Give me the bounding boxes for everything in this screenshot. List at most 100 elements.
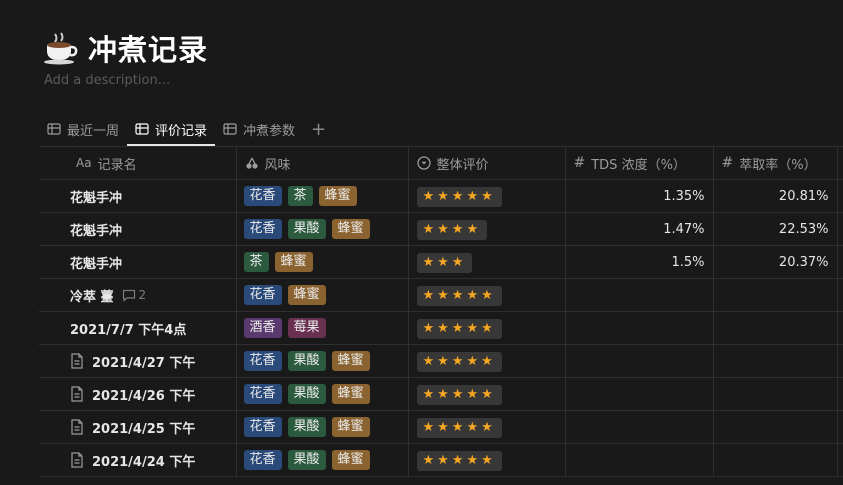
cell-name[interactable]: 冷萃 薹 2 xyxy=(39,278,237,312)
flavor-tag: 蜂蜜 xyxy=(287,285,326,305)
flavor-tag: 莓果 xyxy=(287,318,326,338)
cell-rating[interactable]: ★★★★★ xyxy=(408,410,566,444)
cell-extraction[interactable] xyxy=(713,344,838,378)
cell-tds[interactable] xyxy=(565,377,714,411)
table-row[interactable]: 2021/7/7 下午4点 酒香 莓果 ★★★★★ xyxy=(39,311,843,345)
page-title[interactable]: 冲煮记录 xyxy=(88,27,208,69)
cell-rating[interactable]: ★★★★★ xyxy=(408,278,566,312)
cell-extraction[interactable] xyxy=(713,278,838,312)
cell-tds[interactable] xyxy=(565,311,714,345)
cell-name[interactable]: 花魁手冲 xyxy=(39,245,237,279)
cell-rating[interactable]: ★★★★★ xyxy=(408,311,566,345)
cell-rating[interactable]: ★★★★ xyxy=(408,212,566,246)
table-icon xyxy=(223,122,237,136)
table-row[interactable]: 冷萃 薹 2 花香 蜂蜜 ★★★★★ xyxy=(39,278,843,312)
table-row[interactable]: 2021/4/24 下午 花香 果酸 蜂蜜 ★★★★★ xyxy=(39,443,843,477)
table-row[interactable]: 2021/4/27 下午 花香 果酸 蜂蜜 ★★★★★ xyxy=(39,344,843,378)
record-name[interactable]: 花魁手冲 xyxy=(70,253,122,272)
table-row[interactable]: 花魁手冲 花香 果酸 蜂蜜 ★★★★ 1.47% 22.53% xyxy=(39,212,843,246)
column-header-extraction[interactable]: # 萃取率（%） xyxy=(713,147,838,180)
cell-extraction[interactable]: 20.81% xyxy=(713,179,838,213)
cell-flavor[interactable]: 花香茶蜂蜜 xyxy=(236,179,409,213)
cell-extraction[interactable]: 22.53% xyxy=(713,212,838,246)
cell-overflow xyxy=(837,179,843,213)
cell-rating[interactable]: ★★★★★ xyxy=(408,443,566,477)
record-name[interactable]: 2021/4/24 下午 xyxy=(92,451,195,470)
record-name[interactable]: 2021/4/27 下午 xyxy=(92,352,195,371)
rating-stars: ★★★★★ xyxy=(416,418,502,438)
cell-flavor[interactable]: 花香 果酸 蜂蜜 xyxy=(236,344,409,378)
record-name[interactable]: 花魁手冲 xyxy=(70,220,122,239)
cell-name[interactable]: 2021/4/27 下午 xyxy=(39,344,237,378)
comment-count[interactable]: 2 xyxy=(122,288,146,302)
flavor-tag: 花香 xyxy=(243,384,282,404)
column-header-flavor[interactable]: 风味 xyxy=(236,147,409,180)
description-placeholder[interactable]: Add a description... xyxy=(44,73,170,88)
coffee-cup-icon[interactable] xyxy=(40,28,80,68)
flavor-tag: 蜂蜜 xyxy=(318,186,357,206)
record-name[interactable]: 2021/4/25 下午 xyxy=(92,418,195,437)
table-row[interactable]: 花魁手冲 茶蜂蜜 ★★★ 1.5% 20.37% xyxy=(39,245,843,279)
cell-flavor[interactable]: 花香 果酸 蜂蜜 xyxy=(236,410,409,444)
cell-extraction[interactable] xyxy=(713,410,838,444)
flavor-tag: 果酸 xyxy=(287,384,326,404)
table-row[interactable]: 花魁手冲 花香茶蜂蜜 ★★★★★ 1.35% 20.81% xyxy=(39,179,843,213)
flavor-tag: 果酸 xyxy=(287,450,326,470)
extraction-value xyxy=(714,345,837,377)
record-name[interactable]: 花魁手冲 xyxy=(70,187,122,206)
flavor-tag: 花香 xyxy=(243,450,282,470)
tab-view[interactable]: 评价记录 xyxy=(127,112,216,146)
cell-flavor[interactable]: 花香 果酸 蜂蜜 xyxy=(236,377,409,411)
cell-flavor[interactable]: 酒香 莓果 xyxy=(236,311,409,345)
table-row[interactable]: 2021/4/26 下午 花香 果酸 蜂蜜 ★★★★★ xyxy=(39,377,843,411)
column-header-name[interactable]: Aa 记录名 xyxy=(39,147,237,180)
cell-name[interactable]: 花魁手冲 xyxy=(39,212,237,246)
cell-name[interactable]: 2021/4/25 下午 xyxy=(39,410,237,444)
cell-rating[interactable]: ★★★★★ xyxy=(408,179,566,213)
cell-tds[interactable] xyxy=(565,278,714,312)
flavor-tag: 酒香 xyxy=(243,318,282,338)
record-name[interactable]: 2021/4/26 下午 xyxy=(92,385,195,404)
cell-flavor[interactable]: 茶蜂蜜 xyxy=(236,245,409,279)
tab-view[interactable]: 最近一周 xyxy=(39,112,127,146)
cell-extraction[interactable] xyxy=(713,377,838,411)
cell-flavor[interactable]: 花香 果酸 蜂蜜 xyxy=(236,212,409,246)
cell-rating[interactable]: ★★★★★ xyxy=(408,377,566,411)
add-view-icon[interactable]: + xyxy=(303,112,334,146)
cell-name[interactable]: 2021/4/26 下午 xyxy=(39,377,237,411)
cell-extraction[interactable]: 20.37% xyxy=(713,245,838,279)
cell-flavor[interactable]: 花香 蜂蜜 xyxy=(236,278,409,312)
record-name[interactable]: 冷萃 薹 xyxy=(70,286,114,305)
table-row[interactable]: 2021/4/25 下午 花香 果酸 蜂蜜 ★★★★★ xyxy=(39,410,843,444)
column-label: TDS 浓度（%） xyxy=(591,157,686,173)
cell-rating[interactable]: ★★★★★ xyxy=(408,344,566,378)
tab-label: 评价记录 xyxy=(155,123,208,139)
cell-tds[interactable]: 1.47% xyxy=(565,212,714,246)
tds-value: 1.35% xyxy=(663,188,705,204)
text-property-icon: Aa xyxy=(76,156,92,170)
cell-extraction[interactable] xyxy=(713,311,838,345)
flavor-tag: 果酸 xyxy=(287,417,326,437)
table-header-row: Aa 记录名 风味 整体评价 # TDS 浓度（%） # 萃取率（%） xyxy=(39,147,843,180)
cell-extraction[interactable] xyxy=(713,443,838,477)
flavor-tag: 蜂蜜 xyxy=(331,384,370,404)
cell-tds[interactable]: 1.35% xyxy=(565,179,714,213)
cell-tds[interactable] xyxy=(565,410,714,444)
cell-name[interactable]: 2021/7/7 下午4点 xyxy=(39,311,237,345)
extraction-value xyxy=(714,279,837,311)
cell-tds[interactable]: 1.5% xyxy=(565,245,714,279)
column-header-tds[interactable]: # TDS 浓度（%） xyxy=(565,147,714,180)
record-name[interactable]: 2021/7/7 下午4点 xyxy=(70,319,186,338)
column-header-rating[interactable]: 整体评价 xyxy=(408,147,566,180)
rating-stars: ★★★★★ xyxy=(416,187,502,207)
cell-name[interactable]: 花魁手冲 xyxy=(39,179,237,213)
cell-name[interactable]: 2021/4/24 下午 xyxy=(39,443,237,477)
cell-rating[interactable]: ★★★ xyxy=(408,245,566,279)
tab-view[interactable]: 冲煮参数 xyxy=(215,112,303,146)
view-tabs: 最近一周 评价记录 冲煮参数 + xyxy=(39,112,334,146)
cell-flavor[interactable]: 花香 果酸 蜂蜜 xyxy=(236,443,409,477)
tds-value: 1.47% xyxy=(663,221,705,237)
cell-tds[interactable] xyxy=(565,443,714,477)
cell-tds[interactable] xyxy=(565,344,714,378)
tds-value xyxy=(566,444,713,476)
